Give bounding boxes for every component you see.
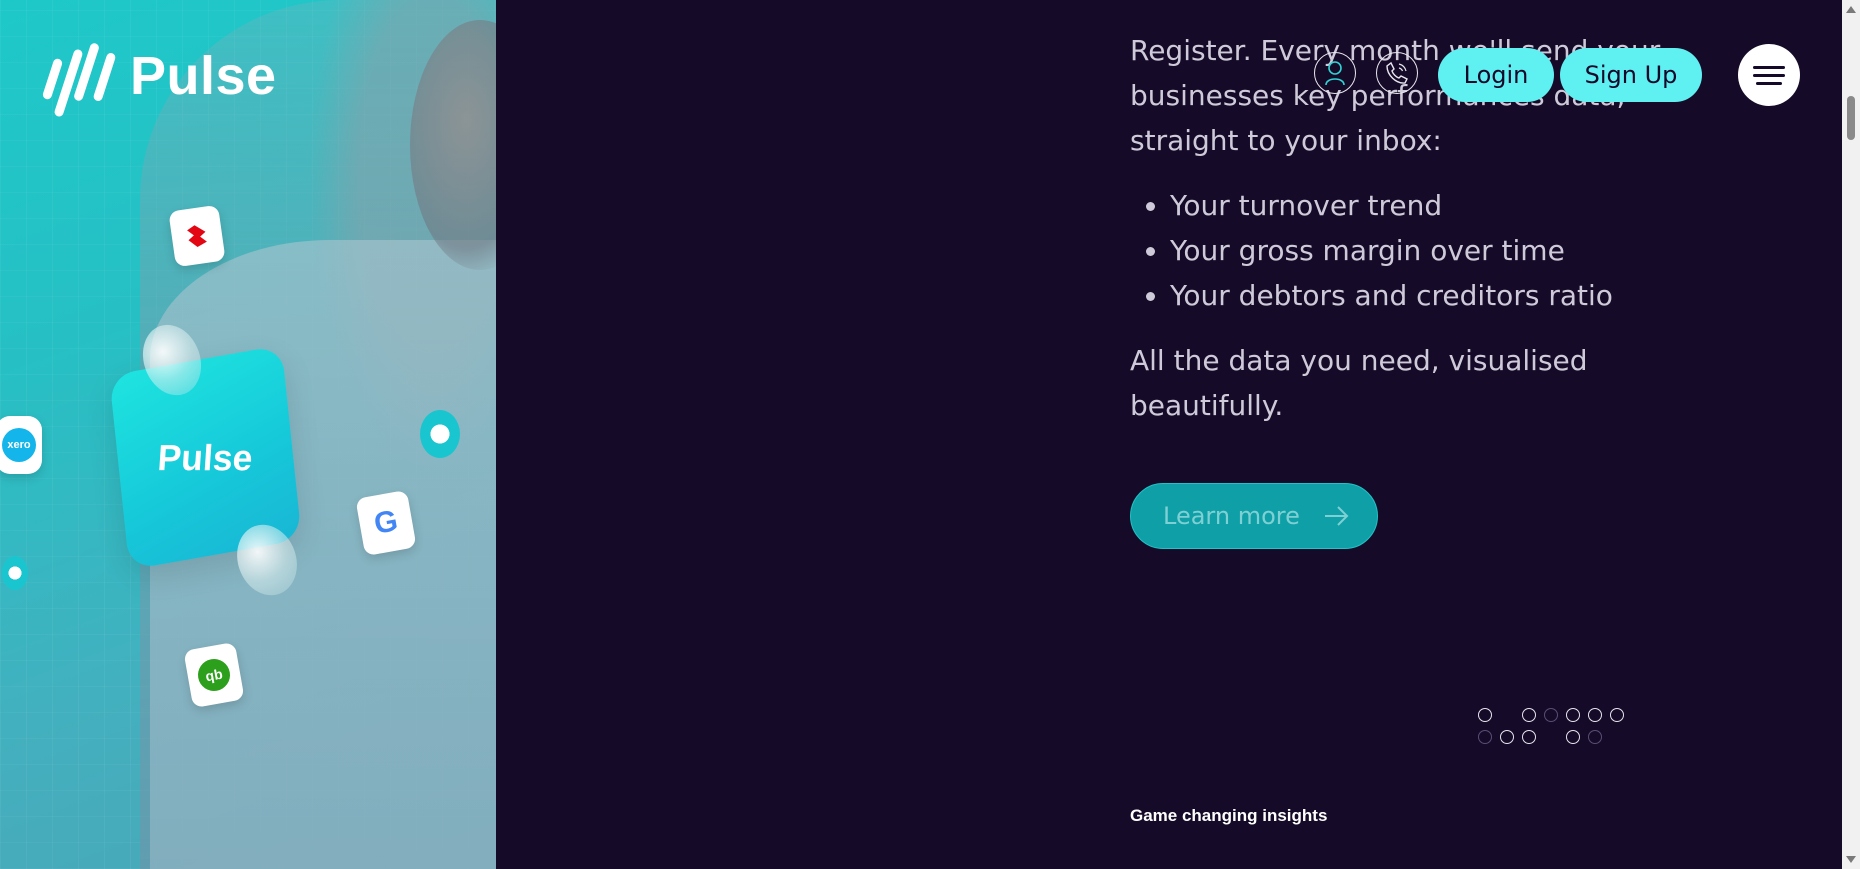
login-label: Login (1463, 61, 1529, 89)
decorative-dot (1610, 708, 1624, 722)
scroll-down-arrow-icon[interactable] (1846, 856, 1856, 863)
decorative-dot (1544, 708, 1558, 722)
decorative-dot (1566, 708, 1580, 722)
menu-button[interactable] (1738, 44, 1800, 106)
phone-icon (1386, 61, 1408, 84)
brand-name: Pulse (130, 46, 277, 106)
hero-pin-left (2, 556, 28, 590)
scroll-up-arrow-icon[interactable] (1846, 6, 1856, 13)
learn-more-label: Learn more (1163, 502, 1300, 530)
hamburger-line (1756, 81, 1782, 85)
list-item: Your gross margin over time (1170, 228, 1730, 273)
pulse-logo-icon (40, 28, 124, 124)
decorative-dot (1522, 708, 1536, 722)
hero-pin-right (420, 410, 460, 458)
signup-button[interactable]: Sign Up (1560, 48, 1702, 102)
phone-button[interactable] (1376, 52, 1418, 94)
section-footer-label: Game changing insights (1130, 806, 1328, 825)
decorative-dot (1522, 730, 1536, 744)
arrow-right-icon (1325, 506, 1349, 526)
decorative-dot (1566, 730, 1580, 744)
list-item: Your debtors and creditors ratio (1170, 273, 1730, 318)
brand-logo[interactable]: Pulse (40, 28, 277, 124)
decorative-dot (1478, 730, 1492, 744)
benefits-list: Your turnover trend Your gross margin ov… (1130, 183, 1730, 318)
decorative-dot (1588, 730, 1602, 744)
scrollbar-thumb[interactable] (1847, 96, 1855, 140)
hero-image-panel: Pulse xero Pulse G qb (0, 0, 496, 869)
user-icon (1325, 61, 1345, 86)
account-button[interactable] (1314, 52, 1356, 94)
pulse-card-label: Pulse (156, 436, 255, 478)
decorative-dot (1588, 708, 1602, 722)
hamburger-line (1753, 73, 1785, 77)
outro-paragraph: All the data you need, visualised beauti… (1130, 344, 1588, 422)
learn-more-button[interactable]: Learn more (1130, 483, 1378, 549)
google-icon: G (355, 489, 417, 557)
signup-label: Sign Up (1584, 61, 1678, 89)
quickbooks-icon: qb (183, 641, 245, 709)
list-item: Your turnover trend (1170, 183, 1730, 228)
santander-icon (168, 204, 226, 268)
page-scrollbar[interactable] (1842, 0, 1860, 869)
xero-icon: xero (0, 416, 42, 474)
login-button[interactable]: Login (1438, 48, 1554, 102)
decorative-dot (1478, 708, 1492, 722)
hamburger-menu-icon (1753, 65, 1785, 69)
decorative-dot (1500, 730, 1514, 744)
